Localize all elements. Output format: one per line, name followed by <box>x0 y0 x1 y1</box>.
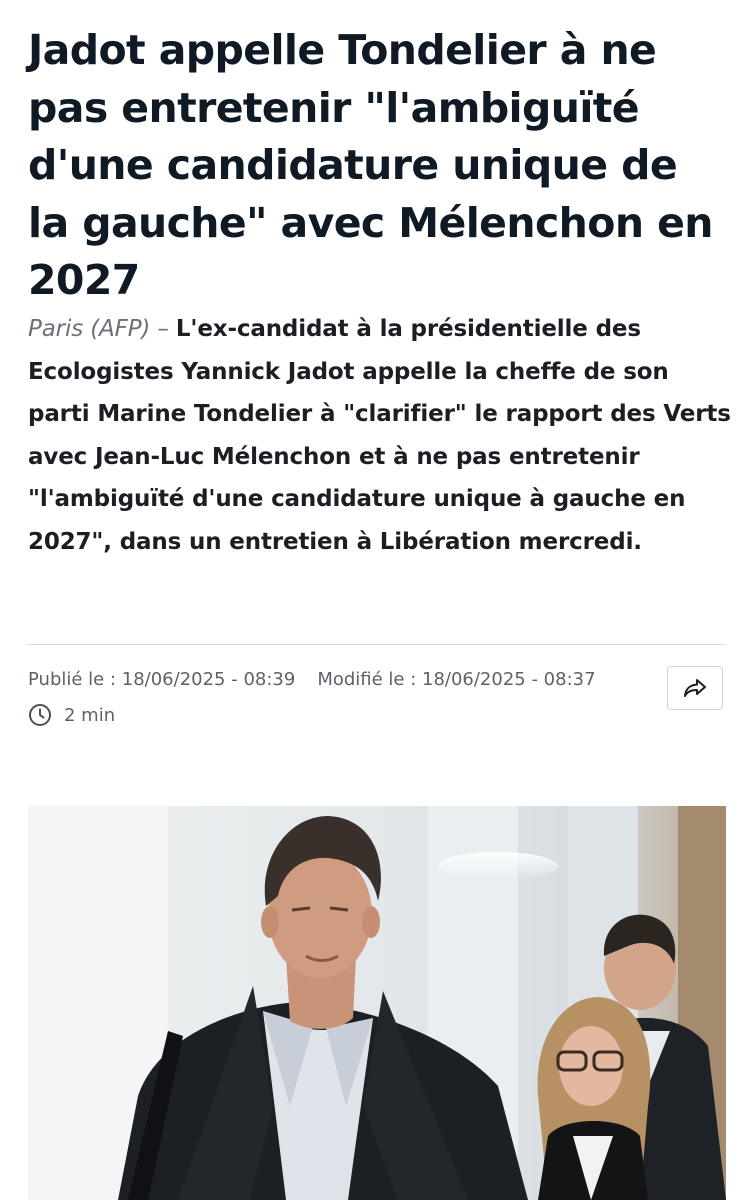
modified-date: Modifié le : 18/06/2025 - 08:37 <box>317 669 596 690</box>
lead-text: L'ex-candidat à la présidentielle des Ec… <box>28 316 731 555</box>
divider <box>28 644 726 645</box>
article-photo <box>28 806 726 1200</box>
share-arrow-icon <box>684 679 706 697</box>
dateline: Paris (AFP) <box>28 316 151 342</box>
dateline-dash: – <box>150 316 176 342</box>
published-date: Publié le : 18/06/2025 - 08:39 <box>28 669 296 690</box>
reading-time: 2 min <box>28 703 115 727</box>
lead-paragraph: Paris (AFP) – L'ex-candidat à la préside… <box>28 308 734 564</box>
clock-icon <box>29 704 51 726</box>
article: Jadot appelle Tondelier à ne pas entrete… <box>0 0 754 1200</box>
reading-time-label: 2 min <box>64 704 116 726</box>
publication-meta: Publié le : 18/06/2025 - 08:39 Modifié le… <box>28 669 596 690</box>
share-button[interactable] <box>667 666 723 710</box>
headline: Jadot appelle Tondelier à ne pas entrete… <box>28 26 713 304</box>
